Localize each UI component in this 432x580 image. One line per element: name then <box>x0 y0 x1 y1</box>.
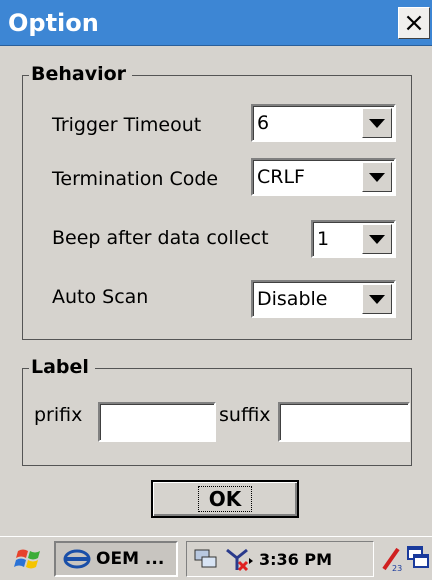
beep-select[interactable]: 1 <box>311 220 396 258</box>
auto-scan-label: Auto Scan <box>52 286 149 308</box>
chevron-down-icon <box>369 172 385 182</box>
termination-code-select[interactable]: CRLF <box>251 158 396 196</box>
beep-value: 1 <box>317 228 330 250</box>
close-button[interactable]: × <box>398 7 430 39</box>
svg-text:23: 23 <box>392 564 402 573</box>
start-button[interactable] <box>14 545 44 573</box>
dropdown-arrow-button[interactable] <box>362 162 392 192</box>
suffix-label: suffix <box>219 404 271 426</box>
network-icon[interactable] <box>193 547 219 571</box>
desktop-icon <box>407 546 429 568</box>
input-panel-button[interactable]: 23 <box>380 545 404 573</box>
close-icon: × <box>403 8 425 38</box>
trigger-timeout-value: 6 <box>257 112 270 134</box>
dropdown-arrow-button[interactable] <box>362 224 392 254</box>
beep-label: Beep after data collect <box>52 227 269 249</box>
behavior-group-title: Behavior <box>29 63 133 85</box>
taskbar: OEM ... 3:36 PM 23 <box>0 536 432 580</box>
dialog-content: Behavior Trigger Timeout 6 Termination C… <box>0 46 432 536</box>
chevron-down-icon <box>369 294 385 304</box>
ok-button[interactable]: OK <box>151 480 299 518</box>
chevron-down-icon <box>369 234 385 244</box>
window-title: Option <box>8 9 99 37</box>
trigger-timeout-select[interactable]: 6 <box>251 104 396 142</box>
termination-code-label: Termination Code <box>52 168 219 190</box>
dropdown-arrow-button[interactable] <box>362 284 392 314</box>
trigger-timeout-label: Trigger Timeout <box>52 114 202 136</box>
clock[interactable]: 3:36 PM <box>259 550 332 569</box>
prefix-label: prifix <box>34 404 83 426</box>
auto-scan-value: Disable <box>257 288 328 310</box>
prefix-input[interactable] <box>98 402 216 442</box>
connectivity-off-icon[interactable] <box>223 546 253 572</box>
ok-button-label: OK <box>197 486 253 512</box>
suffix-input[interactable] <box>278 402 410 442</box>
input-panel-icon: 23 <box>382 547 402 573</box>
auto-scan-select[interactable]: Disable <box>251 280 396 318</box>
dropdown-arrow-button[interactable] <box>362 108 392 138</box>
oem-app-icon <box>63 549 91 569</box>
label-group-title: Label <box>29 356 95 378</box>
oem-taskbar-button[interactable]: OEM ... <box>54 541 178 577</box>
windows-start-icon <box>14 549 40 569</box>
desktop-button[interactable] <box>406 545 430 571</box>
oem-taskbar-label: OEM ... <box>96 549 165 569</box>
title-bar: Option × <box>0 0 432 46</box>
chevron-down-icon <box>369 118 385 128</box>
system-tray: 3:36 PM <box>186 541 374 577</box>
termination-code-value: CRLF <box>257 166 305 188</box>
